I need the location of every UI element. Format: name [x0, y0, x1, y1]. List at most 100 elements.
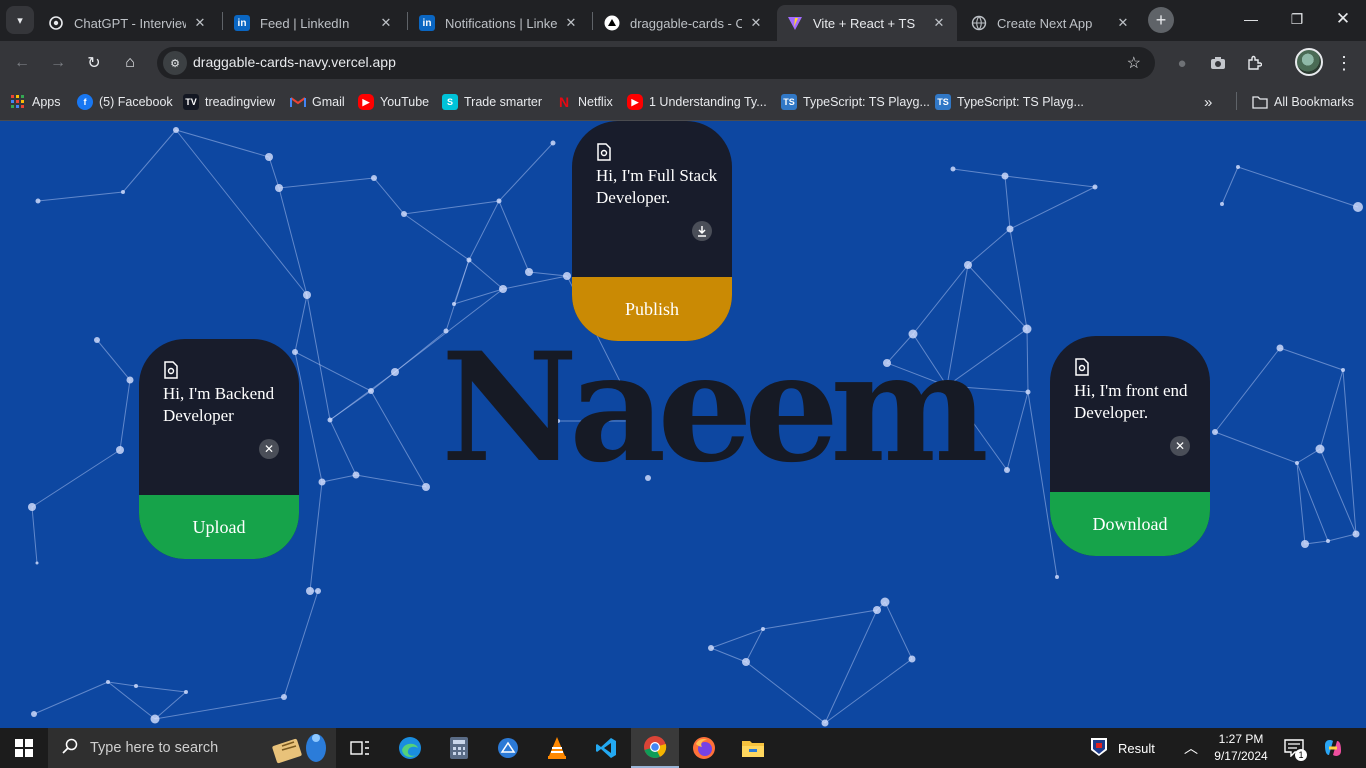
bookmark-ts-playground-2[interactable]: TS TypeScript: TS Playg...	[935, 92, 1084, 112]
file-badge-icon	[163, 361, 181, 379]
clock-date: 9/17/2024	[1214, 749, 1268, 763]
upload-button[interactable]: Upload	[139, 495, 299, 559]
bookmark-understanding-ty[interactable]: ▶ 1 Understanding Ty...	[627, 92, 767, 112]
publish-button[interactable]: Publish	[572, 277, 732, 341]
camera-icon[interactable]	[1206, 51, 1230, 75]
close-icon[interactable]: ✕	[1170, 436, 1190, 456]
tab-chatgpt[interactable]: ChatGPT - Interview S ✕	[38, 5, 218, 41]
bookmark-star-icon[interactable]: ☆	[1127, 53, 1141, 73]
home-button[interactable]: ⌂	[116, 49, 144, 77]
edge-browser-icon[interactable]	[386, 728, 434, 768]
card-backend[interactable]: Hi, I'm Backend Developer ✕ Upload	[139, 339, 299, 559]
tab-linkedin-feed[interactable]: in Feed | LinkedIn ✕	[224, 5, 404, 41]
all-bookmarks-button[interactable]: All Bookmarks	[1252, 92, 1354, 112]
restore-button[interactable]: ❐	[1274, 0, 1320, 38]
menu-kebab-icon[interactable]: ⋮	[1332, 51, 1356, 75]
close-tab-icon[interactable]: ✕	[563, 15, 579, 31]
chatgpt-icon	[48, 15, 64, 31]
bookmark-label: TypeScript: TS Playg...	[803, 95, 930, 109]
tab-separator	[407, 12, 408, 30]
tab-linkedin-notifications[interactable]: in Notifications | LinkedI ✕	[409, 5, 589, 41]
browser-toolbar: ← → ↻ ⌂ ⚙ draggable-cards-navy.vercel.ap…	[0, 41, 1366, 84]
close-tab-icon[interactable]: ✕	[931, 15, 947, 31]
youtube-icon: ▶	[627, 94, 643, 110]
card-front-end[interactable]: Hi, I'm front end Developer. ✕ Download	[1050, 336, 1210, 556]
tray-chevron-up-icon[interactable]: ︿	[1184, 728, 1198, 768]
bookmark-facebook[interactable]: f (5) Facebook	[77, 92, 173, 112]
calculator-icon[interactable]	[435, 728, 483, 768]
tab-separator	[592, 12, 593, 30]
bookmark-tradingview[interactable]: TV treadingview	[183, 92, 275, 112]
typescript-icon: TS	[781, 94, 797, 110]
bookmarks-overflow-chevron-icon[interactable]: »	[1204, 92, 1212, 112]
all-bookmarks-label: All Bookmarks	[1274, 95, 1354, 109]
address-bar[interactable]: ⚙ draggable-cards-navy.vercel.app ☆	[157, 47, 1155, 79]
tab-title: Feed | LinkedIn	[260, 15, 350, 31]
tab-title: Vite + React + TS	[813, 15, 916, 31]
firefox-icon[interactable]	[680, 728, 728, 768]
download-icon[interactable]	[692, 221, 712, 241]
file-badge-icon	[596, 143, 614, 161]
bookmark-gmail[interactable]: Gmail	[290, 92, 345, 112]
notification-center-icon[interactable]: 1	[1284, 728, 1307, 768]
file-explorer-icon[interactable]	[729, 728, 777, 768]
close-tab-icon[interactable]: ✕	[192, 15, 208, 31]
forward-button[interactable]: →	[44, 49, 72, 77]
close-tab-icon[interactable]: ✕	[1115, 15, 1131, 31]
new-tab-button[interactable]: +	[1148, 7, 1174, 33]
trade-icon: S	[442, 94, 458, 110]
page-canvas: Naeem Hi, I'm Full Stack Developer. Publ…	[0, 121, 1366, 728]
tradingview-icon: TV	[183, 94, 199, 110]
windows-start-icon[interactable]	[0, 728, 48, 768]
back-button[interactable]: ←	[8, 49, 36, 77]
bookmark-ts-playground-1[interactable]: TS TypeScript: TS Playg...	[781, 92, 930, 112]
network-app-icon[interactable]	[484, 728, 532, 768]
bookmarks-bar: Apps f (5) Facebook TV treadingview Gmai…	[0, 84, 1366, 121]
site-info-icon[interactable]: ⚙	[163, 51, 187, 75]
task-view-icon[interactable]	[336, 728, 384, 768]
bookmark-trade-smarter[interactable]: S Trade smarter	[442, 92, 542, 112]
bookmark-apps[interactable]: Apps	[10, 92, 61, 112]
copilot-icon[interactable]	[1322, 728, 1344, 768]
tab-separator	[222, 12, 223, 30]
card-full-stack[interactable]: Hi, I'm Full Stack Developer. Publish	[572, 121, 732, 341]
close-tab-icon[interactable]: ✕	[748, 15, 764, 31]
extension-icon[interactable]: ●	[1170, 51, 1194, 75]
bookmark-label: Netflix	[578, 95, 613, 109]
bookmark-label: (5) Facebook	[99, 95, 173, 109]
reload-button[interactable]: ↻	[80, 49, 108, 77]
download-button[interactable]: Download	[1050, 492, 1210, 556]
bookmark-label: treadingview	[205, 95, 276, 109]
bookmark-label: TypeScript: TS Playg...	[957, 95, 1084, 109]
profile-avatar[interactable]	[1295, 48, 1323, 76]
globe-icon	[971, 15, 987, 31]
weather-widget[interactable]: Result	[1090, 728, 1155, 768]
folder-icon	[1252, 94, 1268, 110]
vlc-icon[interactable]	[533, 728, 581, 768]
tab-create-next-app[interactable]: Create Next App ✕	[961, 5, 1141, 41]
facebook-icon: f	[77, 94, 93, 110]
minimize-button[interactable]: —	[1228, 0, 1274, 38]
bookmark-youtube[interactable]: ▶ YouTube	[358, 92, 429, 112]
sports-badge-icon	[1090, 737, 1108, 760]
bookmark-label: Apps	[32, 95, 61, 109]
tab-title: draggable-cards - Ov	[630, 15, 742, 31]
bookmark-netflix[interactable]: N Netflix	[556, 92, 613, 112]
bookmark-label: Trade smarter	[464, 95, 543, 109]
extensions-puzzle-icon[interactable]	[1242, 51, 1266, 75]
vscode-icon[interactable]	[582, 728, 630, 768]
weather-text: Result	[1118, 740, 1155, 756]
chrome-icon[interactable]	[631, 728, 679, 768]
vercel-icon	[604, 15, 620, 31]
tab-draggable-cards[interactable]: draggable-cards - Ov ✕	[594, 5, 774, 41]
taskbar-search-box[interactable]: Type here to search	[48, 728, 336, 768]
clock-time: 1:27 PM	[1218, 732, 1264, 746]
taskbar-clock[interactable]: 1:27 PM 9/17/2024	[1206, 731, 1276, 765]
youtube-icon: ▶	[358, 94, 374, 110]
gmail-icon	[290, 94, 306, 110]
tab-vite-react[interactable]: Vite + React + TS ✕	[777, 5, 957, 41]
close-tab-icon[interactable]: ✕	[378, 15, 394, 31]
tab-search-button[interactable]: ▾	[6, 6, 34, 34]
close-icon[interactable]: ✕	[259, 439, 279, 459]
close-window-button[interactable]: ✕	[1320, 0, 1366, 38]
